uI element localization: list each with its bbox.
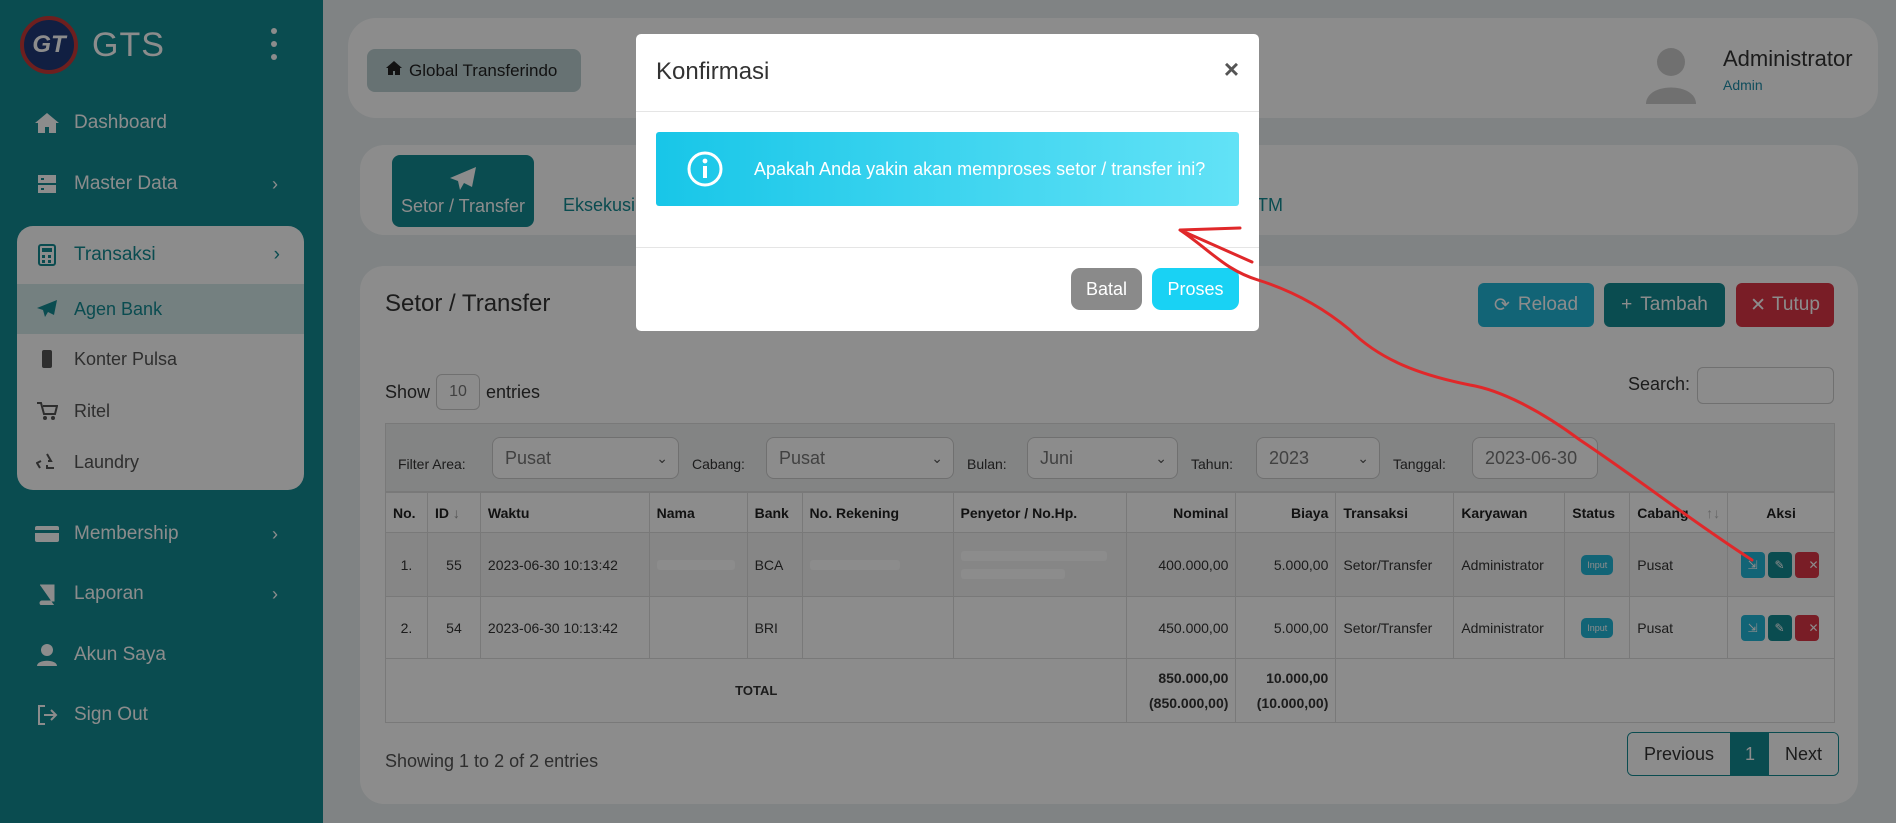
- annotation-arrow: [1178, 226, 1754, 562]
